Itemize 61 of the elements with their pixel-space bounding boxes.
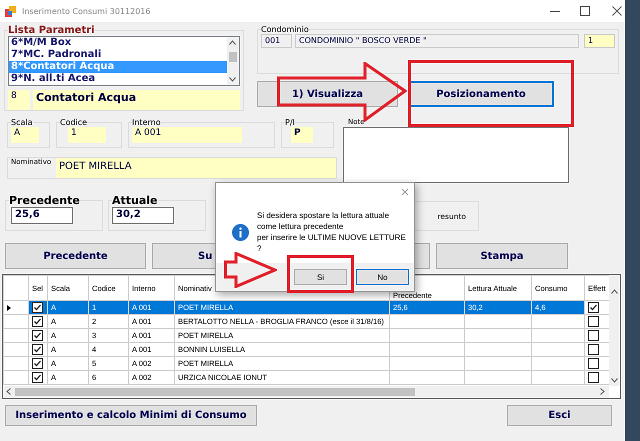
input-field[interactable]: 30,2 bbox=[112, 207, 174, 224]
arrow-drawing bbox=[224, 252, 277, 288]
input-field[interactable]: 25,6 bbox=[11, 207, 73, 224]
list-item[interactable]: 7*MC. Padronali bbox=[9, 49, 227, 61]
field-label: Interno bbox=[132, 118, 161, 127]
maximize-icon bbox=[580, 6, 590, 16]
checkbox[interactable] bbox=[588, 330, 599, 341]
input-field[interactable]: 1 bbox=[584, 34, 615, 48]
field-label: Codice bbox=[60, 118, 88, 127]
checkbox[interactable] bbox=[588, 358, 599, 369]
group-title: Lista Parametri bbox=[8, 25, 95, 36]
highlight-box bbox=[287, 255, 354, 293]
input-field[interactable]: 8 bbox=[8, 90, 30, 110]
row-pointer-icon bbox=[7, 304, 11, 310]
dialog-message: Si desidera spostare la lettura attuale come lettura precedente per inserire le ULTIME NUOVE LETTURE ? bbox=[257, 210, 407, 254]
scroll-up-icon bbox=[611, 289, 618, 294]
app-icon bbox=[5, 6, 16, 16]
scroll-down-icon bbox=[229, 77, 236, 82]
scrollbar-thumb[interactable] bbox=[15, 388, 415, 396]
list-item[interactable]: 9*N. all.ti Acea bbox=[9, 73, 227, 85]
checkbox[interactable] bbox=[32, 330, 43, 341]
close-icon bbox=[401, 188, 409, 196]
exit-button[interactable]: Esci bbox=[507, 405, 612, 426]
input-field[interactable]: 001 bbox=[261, 34, 292, 48]
input-field[interactable]: CONDOMINIO " BOSCO VERDE " bbox=[295, 34, 579, 48]
group-title: Condominio bbox=[261, 25, 309, 34]
checkbox[interactable] bbox=[32, 372, 43, 383]
field-label: P/I bbox=[285, 118, 295, 127]
scroll-left-icon bbox=[6, 388, 11, 395]
checkbox[interactable] bbox=[32, 302, 43, 313]
checkbox[interactable] bbox=[588, 302, 599, 313]
insert-button[interactable]: Inserimento e calcolo Minimi di Consumo bbox=[5, 405, 257, 426]
checkbox[interactable] bbox=[588, 372, 599, 383]
scroll-down-icon bbox=[611, 378, 618, 383]
checkbox[interactable] bbox=[32, 358, 43, 369]
scrollbar-thumb[interactable] bbox=[229, 52, 237, 62]
info-icon bbox=[232, 224, 249, 240]
input-field[interactable]: Contatori Acqua bbox=[33, 90, 240, 110]
parameter-list[interactable]: 6*M/M Box 7*MC. Padronali 8*Contatori Acqua 9*N. all.ti Acea bbox=[8, 36, 240, 86]
checkbox[interactable] bbox=[588, 344, 599, 355]
field-label: Attuale bbox=[112, 194, 158, 207]
nav-button[interactable]: Precedente bbox=[5, 243, 146, 269]
window-title: Inserimento Consumi 30112016 bbox=[22, 6, 150, 16]
list-item[interactable]: 6*M/M Box bbox=[9, 37, 227, 49]
field-label: Scala bbox=[11, 118, 33, 127]
close-icon bbox=[612, 6, 622, 16]
yes-button[interactable]: Si bbox=[294, 269, 347, 285]
checkbox[interactable] bbox=[32, 344, 43, 355]
field-label: Precedente bbox=[9, 194, 80, 207]
input-field[interactable]: P bbox=[291, 127, 313, 143]
scroll-right-icon bbox=[600, 388, 605, 395]
checkbox[interactable] bbox=[588, 316, 599, 327]
checkbox[interactable] bbox=[32, 316, 43, 327]
input-field[interactable]: 1 bbox=[68, 127, 106, 143]
no-button[interactable]: No bbox=[356, 269, 409, 285]
positioning-button[interactable]: Posizionamento bbox=[408, 81, 554, 107]
scroll-up-icon bbox=[229, 40, 236, 45]
note-field[interactable] bbox=[343, 127, 569, 183]
input-field[interactable]: A bbox=[11, 127, 39, 143]
input-field[interactable]: A 001 bbox=[132, 127, 242, 143]
nav-button[interactable]: Stampa bbox=[436, 243, 568, 269]
